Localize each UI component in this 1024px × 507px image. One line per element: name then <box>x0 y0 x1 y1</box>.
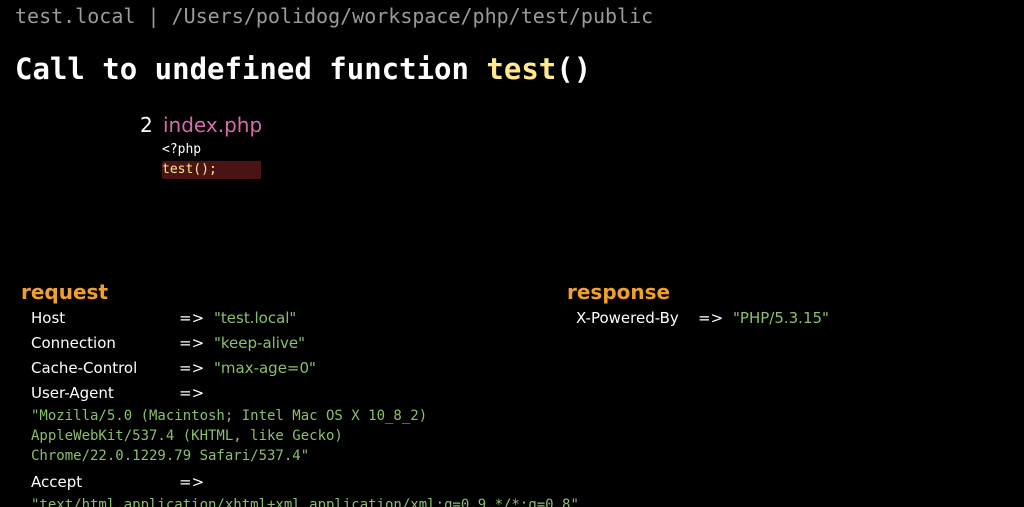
code-line-php-open: <?php <box>162 142 202 157</box>
header-arrow: => <box>179 359 205 377</box>
request-header-row: Connection => "keep-alive" <box>31 334 305 352</box>
header-value: "test.local" <box>214 309 297 327</box>
response-heading: response <box>567 280 671 304</box>
error-suffix: () <box>556 52 592 86</box>
header-key: Accept <box>31 473 83 491</box>
accept-value: "text/html,application/xhtml+xml,applica… <box>31 497 579 507</box>
request-header-row: User-Agent => <box>31 384 204 402</box>
request-header-row: Cache-Control => "max-age=0" <box>31 359 316 377</box>
header-key: User-Agent <box>31 384 114 402</box>
header-value: "max-age=0" <box>214 359 316 377</box>
header-key: Host <box>31 309 66 327</box>
header-key: Cache-Control <box>31 359 138 377</box>
request-heading: request <box>21 280 109 304</box>
error-message: Call to undefined function test() <box>15 52 591 86</box>
header-arrow: => <box>179 309 205 327</box>
request-header-row: Accept => <box>31 473 204 491</box>
header-key: Connection <box>31 334 116 352</box>
page-header-path: test.local | /Users/polidog/workspace/ph… <box>15 4 654 28</box>
code-line-highlighted: test(); <box>162 161 261 179</box>
error-prefix: Call to undefined function <box>15 52 487 86</box>
stack-frame-file[interactable]: index.php <box>163 113 262 137</box>
request-header-row: Host => "test.local" <box>31 309 296 327</box>
stack-frame-number: 2 <box>140 113 153 137</box>
header-value: "keep-alive" <box>214 334 305 352</box>
user-agent-value: "Mozilla/5.0 (Macintosh; Intel Mac OS X … <box>31 408 428 464</box>
header-arrow: => <box>179 334 205 352</box>
header-key: X-Powered-By <box>576 309 679 327</box>
header-arrow: => <box>179 473 205 491</box>
header-value: "PHP/5.3.15" <box>733 309 829 327</box>
header-arrow: => <box>698 309 724 327</box>
error-function-name: test <box>486 52 557 86</box>
header-arrow: => <box>179 384 205 402</box>
response-header-row: X-Powered-By => "PHP/5.3.15" <box>576 309 829 327</box>
